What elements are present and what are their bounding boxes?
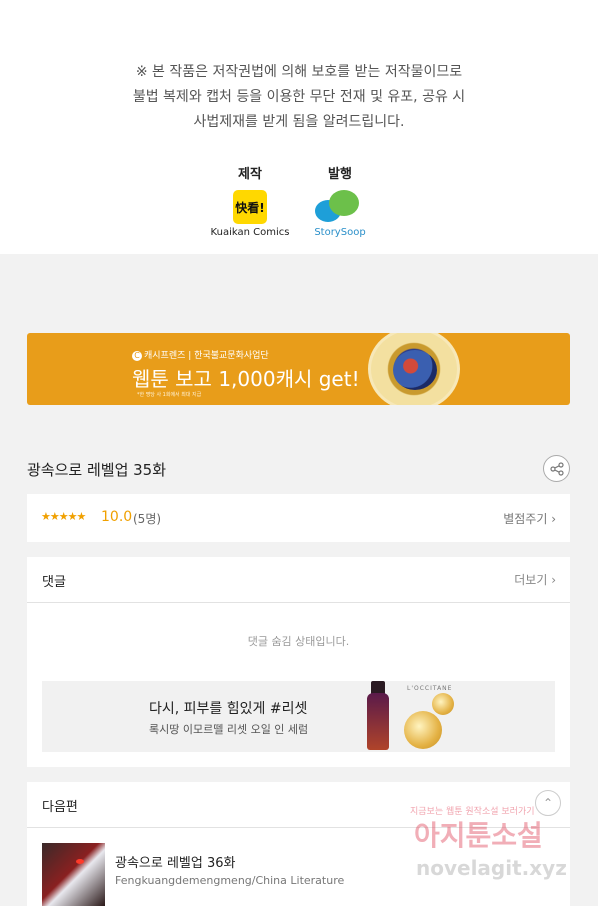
banner-fine-print: *한 명당 사 1회에서 최대 지급 <box>137 392 202 398</box>
comments-header: 댓글 더보기 › <box>27 557 570 603</box>
rating-stars: ★★★★★ <box>41 510 86 523</box>
dragon-medallion-image <box>368 333 460 405</box>
comments-title: 댓글 <box>42 575 66 590</box>
banner-brand: 캐시프렌즈 <box>144 351 186 361</box>
next-episode-thumbnail[interactable] <box>42 843 105 906</box>
episode-title: 광속으로 레벨업 35화 <box>27 461 167 479</box>
kuaikan-logo-text: 快看! <box>235 200 265 215</box>
site-watermark: 지금보는 웹툰 원작소설 보러가기 아지툰소설 novelagit.xyz <box>410 800 585 890</box>
next-episode-title[interactable]: 광속으로 레벨업 36화 <box>115 852 236 871</box>
banner-headline: 웹툰 보고 1,000캐시 get! <box>132 367 360 391</box>
notice-text: ※ 본 작품은 저작권법에 의해 보호를 받는 저작물이므로 불법 복제와 캡처… <box>0 60 598 135</box>
rating-score: 10.0 <box>101 509 133 525</box>
gold-capsule-image <box>404 711 442 749</box>
rating-section: ★★★★★ 10.0 (5명) 별점주기 › <box>27 494 570 542</box>
next-episode-heading: 다음편 <box>42 800 78 815</box>
banner-top-text: C 캐시프렌즈 | 한국불교문화사업단 <box>132 348 269 361</box>
comments-section: 댓글 더보기 › 댓글 숨김 상태입니다. 다시, 피부를 힘있게 #리셋 록시… <box>27 557 570 767</box>
rating-count: (5명) <box>133 512 162 526</box>
banner-partner: 한국불교문화사업단 <box>194 351 269 361</box>
ad-subtext: 록시땅 이모르뗄 리셋 오일 인 세럼 <box>149 723 309 736</box>
publisher-name: StorySoop <box>314 227 366 238</box>
rate-button[interactable]: 별점주기 › <box>503 510 556 527</box>
watermark-site-name: 아지툰소설 <box>414 819 543 852</box>
comments-hidden-message: 댓글 숨김 상태입니다. <box>247 635 350 648</box>
notice-line-2: 불법 복제와 캡처 등을 이용한 무단 전재 및 유포, 공유 시 <box>132 89 466 105</box>
copyright-notice: ※ 본 작품은 저작권법에 의해 보호를 받는 저작물이므로 불법 복제와 캡처… <box>0 0 598 254</box>
comments-more-button[interactable]: 더보기 › <box>514 571 556 588</box>
publisher-credit: 발행 StorySoop <box>285 163 395 238</box>
serum-ad[interactable]: 다시, 피부를 힘있게 #리셋 록시땅 이모르뗄 리셋 오일 인 세럼 L'OC… <box>42 681 555 752</box>
notice-line-1: ※ 본 작품은 저작권법에 의해 보호를 받는 저작물이므로 <box>135 64 463 80</box>
cash-promo-banner[interactable]: C 캐시프렌즈 | 한국불교문화사업단 웹툰 보고 1,000캐시 get! *한… <box>27 333 570 405</box>
kuaikan-logo: 快看! <box>233 190 267 224</box>
ad-headline: 다시, 피부를 힘있게 #리셋 <box>149 701 308 717</box>
notice-line-3: 사법제재를 받게 됨을 알려드립니다. <box>193 114 405 130</box>
share-icon <box>549 461 564 476</box>
next-episode-author: Fengkuangdemengmeng/China Literature <box>115 874 345 887</box>
storysoop-logo <box>315 190 365 224</box>
serum-bottle-image <box>367 693 389 750</box>
gold-capsule-image <box>432 693 454 715</box>
watermark-url: novelagit.xyz <box>416 856 567 880</box>
cash-coin-icon: C <box>132 351 142 361</box>
ad-brand-logo: L'OCCITANE <box>407 685 453 692</box>
share-button[interactable] <box>543 455 570 482</box>
publisher-label: 발행 <box>328 167 352 182</box>
